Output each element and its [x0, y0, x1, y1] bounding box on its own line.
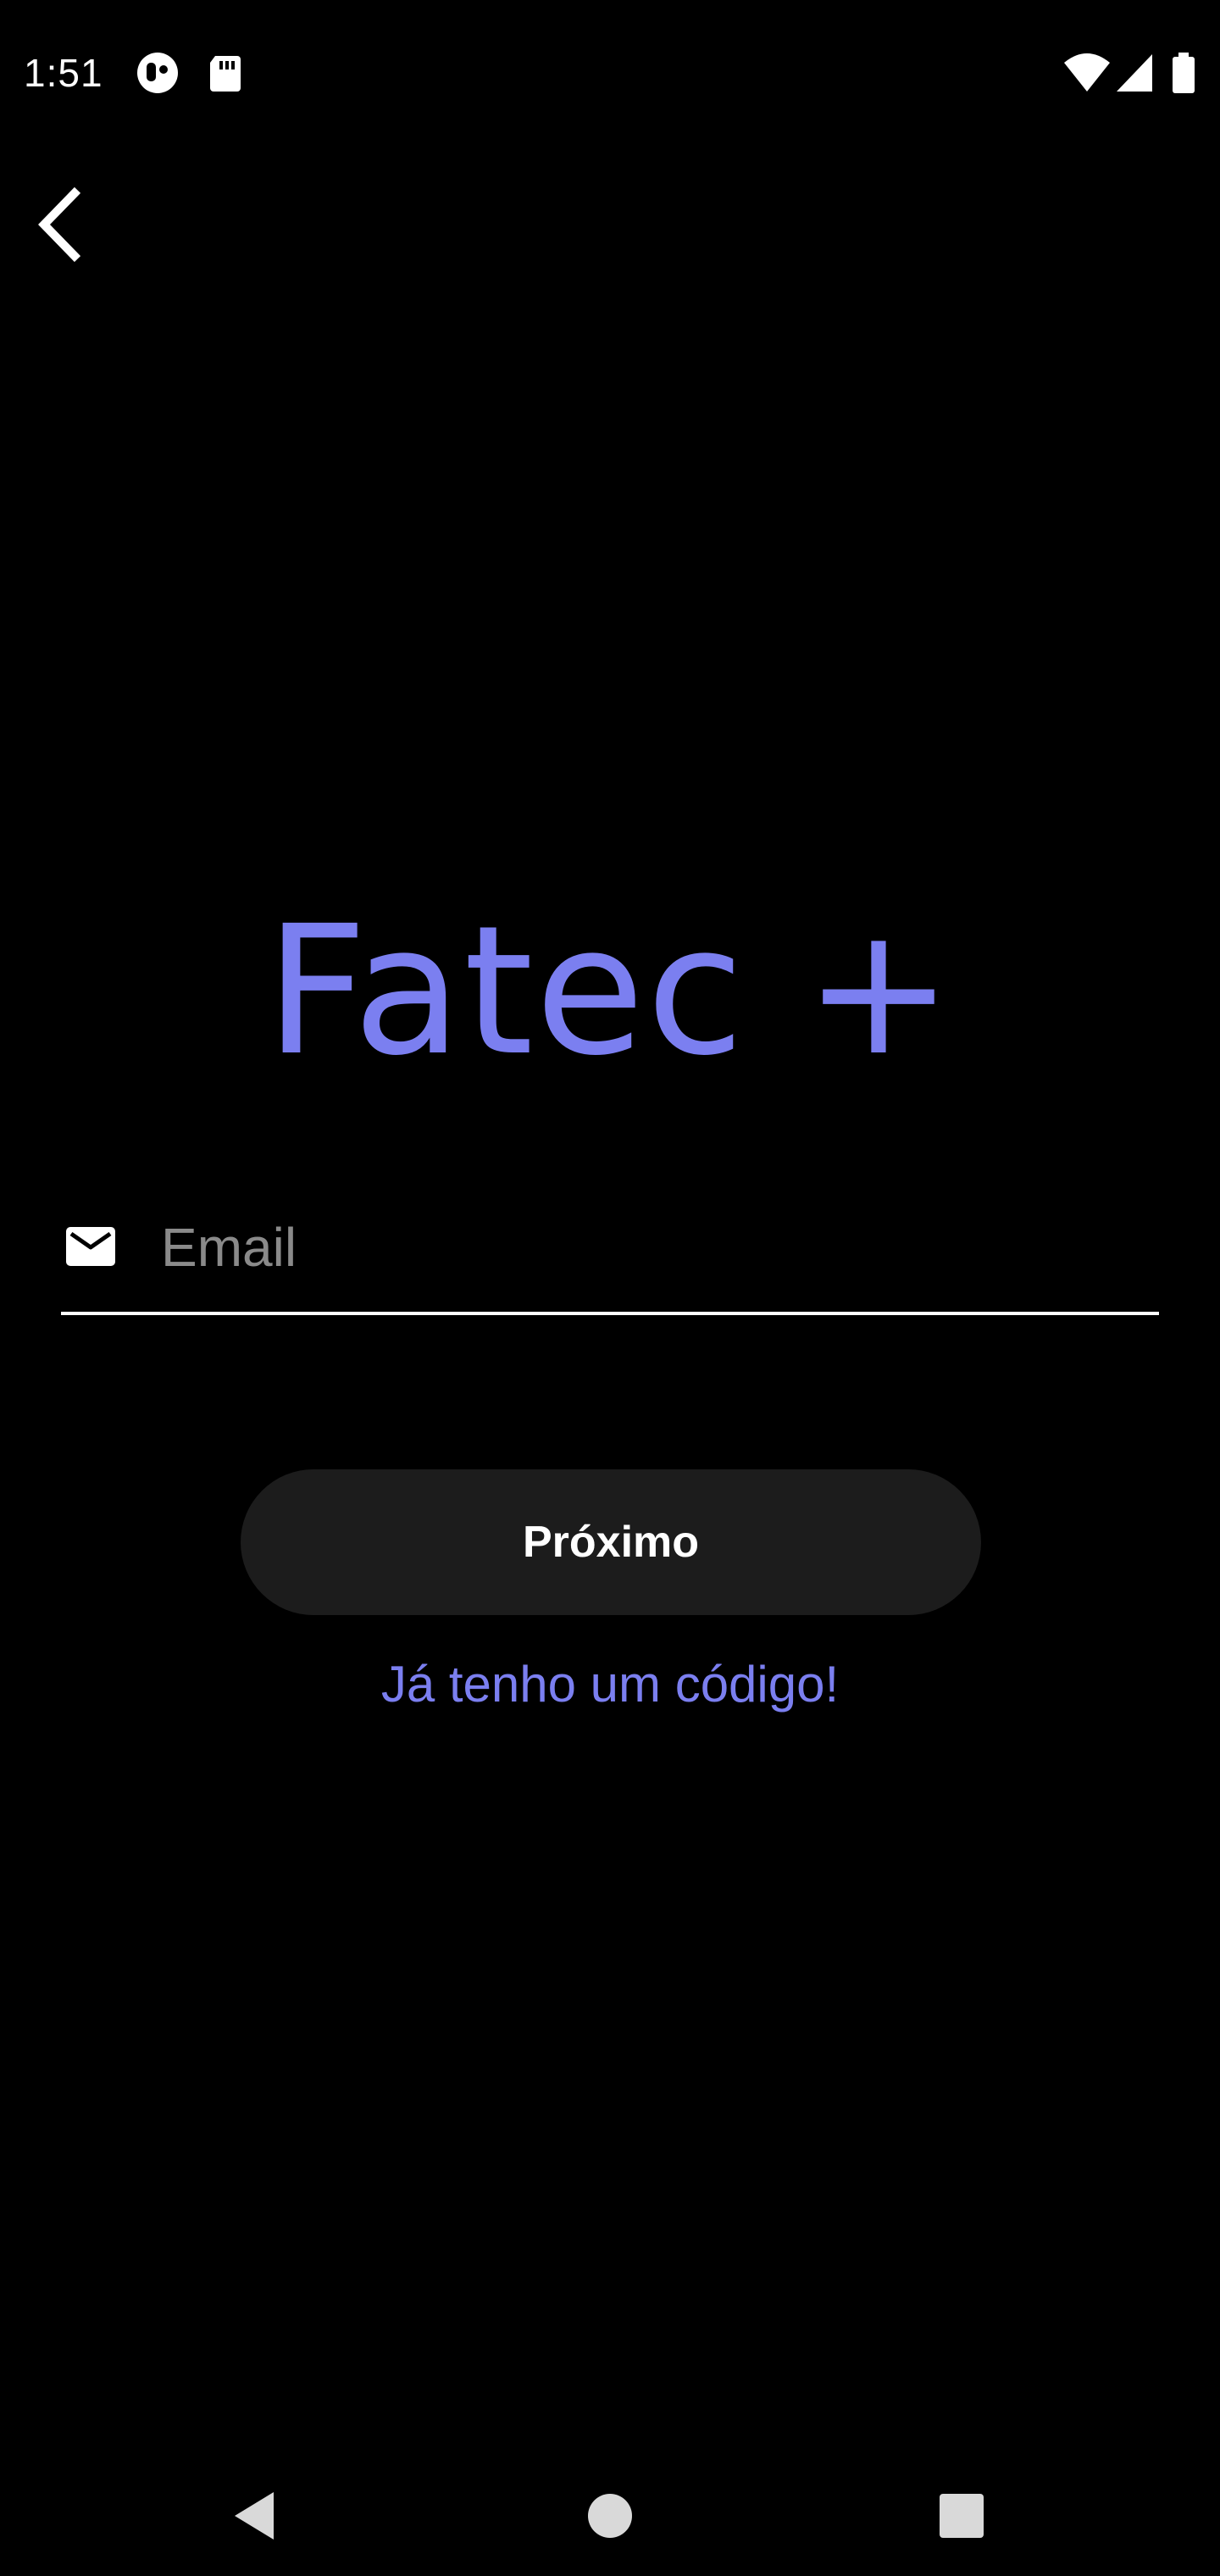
mail-icon: [66, 1227, 115, 1266]
recents-square-icon: [940, 2494, 984, 2538]
battery-icon: [1173, 53, 1195, 93]
wifi-icon: [1064, 53, 1110, 92]
cell-signal-icon: [1117, 54, 1152, 92]
sd-card-icon: [210, 56, 241, 92]
status-bar: 1:51: [0, 0, 1220, 144]
email-field[interactable]: [61, 1195, 1159, 1315]
navigation-bar: [0, 2457, 1220, 2576]
nav-home-button[interactable]: [563, 2469, 657, 2562]
app-notification-icon: [137, 53, 178, 93]
have-code-link[interactable]: Já tenho um código!: [0, 1651, 1220, 1718]
email-input[interactable]: [161, 1212, 1135, 1283]
back-triangle-icon: [235, 2492, 274, 2540]
app-title: Fatec +: [265, 887, 955, 1095]
home-circle-icon: [588, 2494, 632, 2538]
next-button[interactable]: Próximo: [241, 1469, 981, 1615]
nav-back-button[interactable]: [208, 2469, 302, 2562]
chevron-left-icon: [38, 186, 81, 263]
nav-recents-button[interactable]: [915, 2469, 1008, 2562]
back-button[interactable]: [17, 178, 102, 271]
status-time: 1:51: [24, 51, 103, 95]
